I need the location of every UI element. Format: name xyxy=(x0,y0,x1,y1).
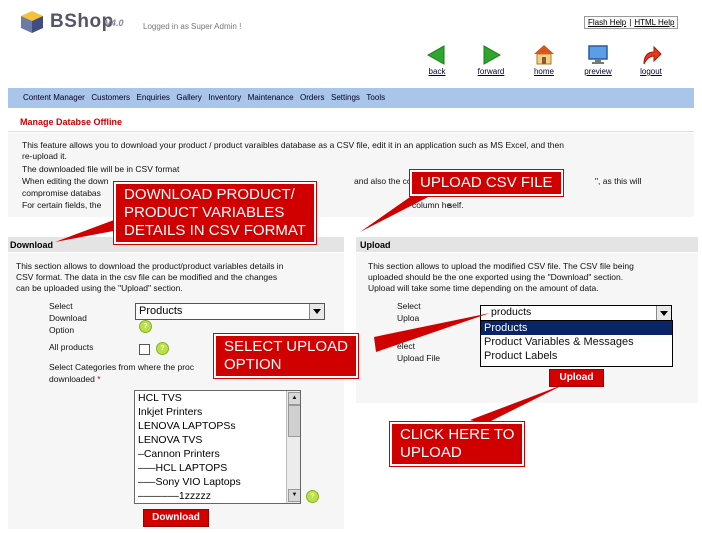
upload-csv-callout-pointer xyxy=(360,190,432,232)
download-callout: DOWNLOAD PRODUCT/ PRODUCT VARIABLES DETA… xyxy=(114,182,316,244)
callout-line: PRODUCT VARIABLES xyxy=(124,204,285,221)
callout-line: DOWNLOAD PRODUCT/ xyxy=(124,186,295,203)
click-upload-callout: CLICK HERE TO UPLOAD xyxy=(390,422,525,466)
callout-line: UPLOAD xyxy=(400,444,462,461)
callout-line: SELECT UPLOAD xyxy=(224,338,348,355)
callout-line: OPTION xyxy=(224,356,282,373)
callout-pointers xyxy=(55,190,565,424)
callout-line: DETAILS IN CSV FORMAT xyxy=(124,222,306,239)
callout-line: CLICK HERE TO xyxy=(400,426,515,443)
select-option-callout-pointer xyxy=(374,313,490,352)
select-option-callout: SELECT UPLOAD OPTION xyxy=(214,334,358,378)
upload-csv-callout: UPLOAD CSV FILE xyxy=(410,170,563,196)
click-upload-callout-pointer xyxy=(470,384,565,424)
